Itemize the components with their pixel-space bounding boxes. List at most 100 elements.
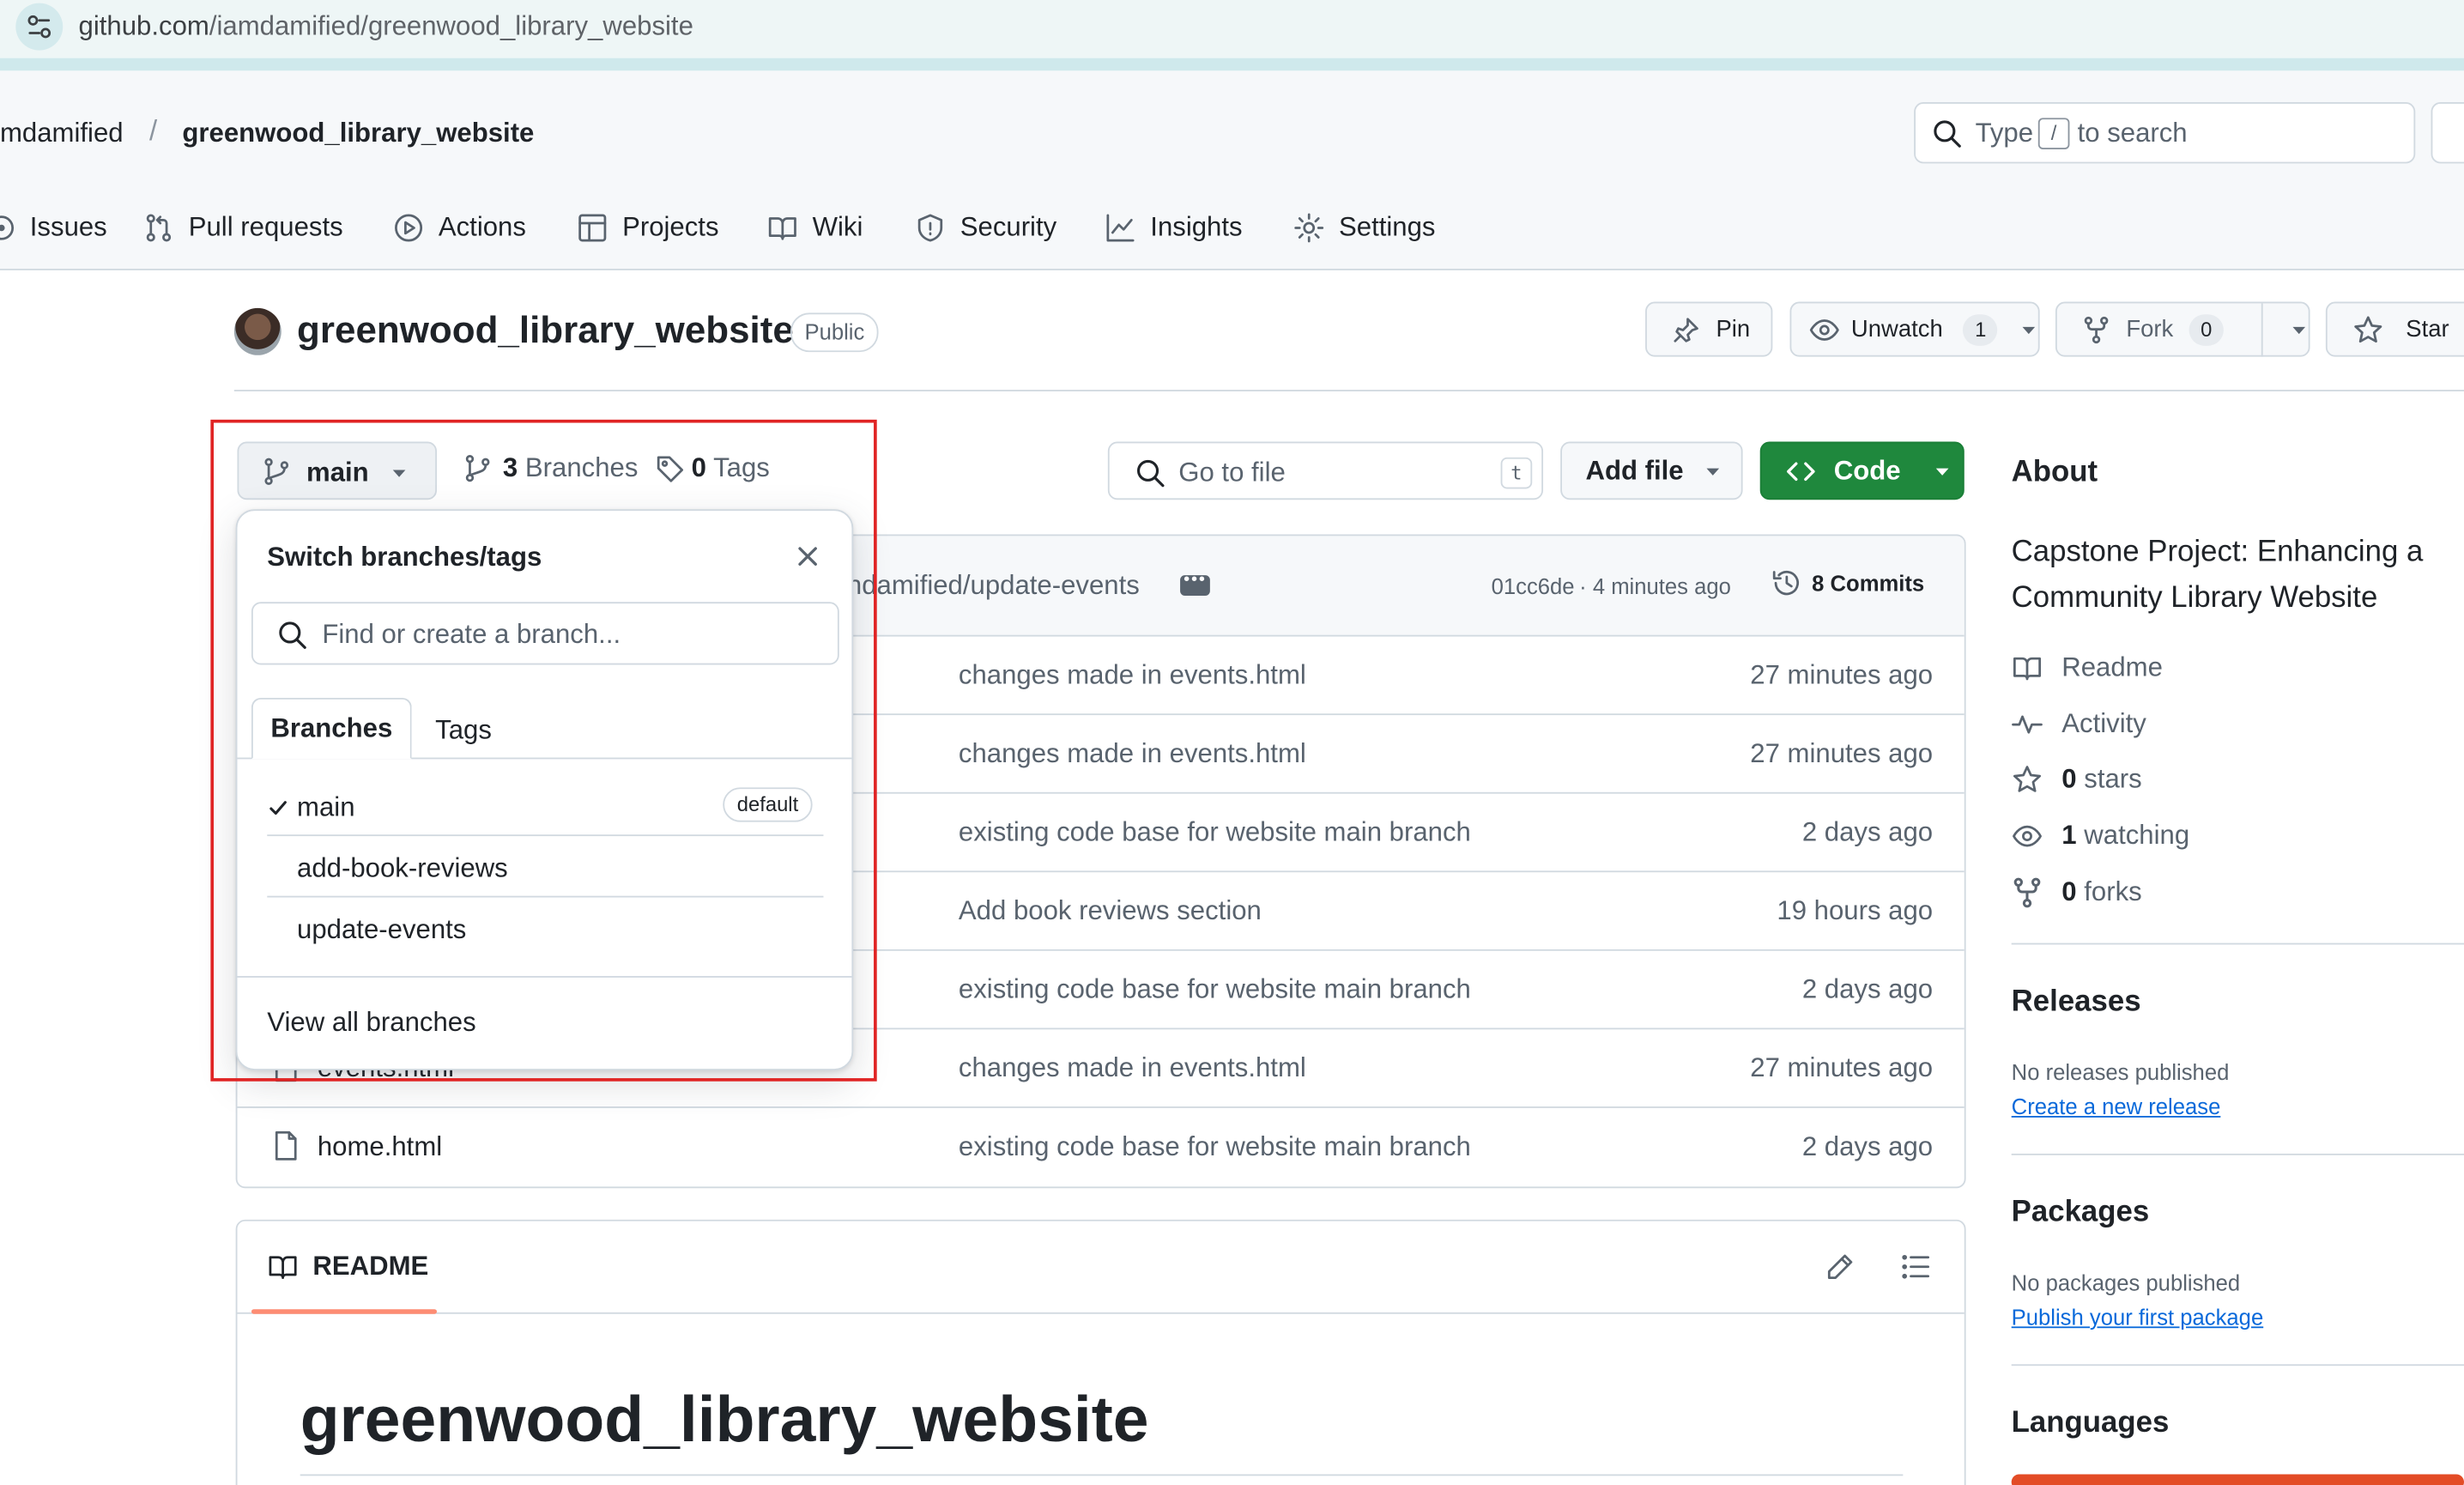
watch-count: 1	[1963, 313, 1998, 345]
file-age: 27 minutes ago	[1750, 738, 1934, 769]
file-commit-message[interactable]: changes made in events.html	[959, 1053, 1306, 1085]
copilot-button[interactable]	[2431, 102, 2464, 164]
sidebar-divider	[2011, 1364, 2464, 1367]
readme-panel: README greenwood_library_website	[235, 1219, 1966, 1485]
commit-message[interactable]: ndamified/update-events	[847, 571, 1140, 603]
annotation-highlight-box	[210, 419, 877, 1082]
file-commit-message[interactable]: changes made in events.html	[959, 739, 1306, 771]
tab-wiki[interactable]: Wiki	[767, 206, 863, 250]
watching-count: 1	[2061, 820, 2077, 851]
list-icon[interactable]	[1900, 1251, 1932, 1282]
releases-empty-text: No releases published	[2011, 1059, 2230, 1085]
global-search-input[interactable]: Type / to search	[1914, 102, 2416, 164]
history-icon	[1772, 571, 1799, 596]
pencil-icon[interactable]	[1825, 1251, 1856, 1282]
book-icon	[768, 217, 796, 240]
publish-package-link[interactable]: Publish your first package	[2012, 1305, 2264, 1330]
fork-button[interactable]: Fork 0	[2055, 301, 2310, 357]
pull-request-icon	[146, 214, 172, 242]
tab-label: Security	[960, 212, 1057, 242]
unwatch-button[interactable]: Unwatch 1	[1789, 301, 2040, 357]
star-label: Star	[2406, 316, 2449, 343]
watching-link[interactable]: 1 watching	[2012, 821, 2189, 852]
add-file-button[interactable]: Add file	[1560, 441, 1743, 500]
search-suffix: to search	[2077, 118, 2188, 148]
add-file-label: Add file	[1585, 455, 1684, 485]
repo-title[interactable]: greenwood_library_website	[297, 310, 794, 354]
shortcut-key: t	[1500, 457, 1533, 489]
packages-title[interactable]: Packages	[2012, 1196, 2150, 1230]
activity-link-label: Activity	[2061, 708, 2146, 739]
pin-icon	[1674, 317, 1698, 342]
eye-icon	[1809, 318, 1839, 340]
readme-link[interactable]: Readme	[2012, 652, 2163, 684]
search-shortcut-key: /	[2037, 118, 2070, 149]
breadcrumb-owner[interactable]: mdamified	[0, 118, 124, 149]
pulse-icon	[2012, 715, 2043, 734]
tab-pull-requests[interactable]: Pull requests	[143, 206, 343, 250]
code-icon	[1787, 461, 1815, 481]
file-commit-message[interactable]: changes made in events.html	[959, 660, 1306, 692]
commits-link[interactable]: 8 Commits	[1771, 567, 1924, 599]
forks-link[interactable]: 0 forks	[2012, 877, 2142, 909]
tab-label: Actions	[438, 212, 526, 242]
owner-avatar[interactable]	[233, 307, 282, 355]
file-age: 27 minutes ago	[1750, 1052, 1934, 1083]
file-commit-message[interactable]: existing code base for website main bran…	[959, 1131, 1471, 1163]
browser-bar-divider	[0, 58, 2464, 71]
file-icon	[275, 1130, 297, 1161]
file-age: 2 days ago	[1801, 1131, 1934, 1162]
breadcrumb-repo[interactable]: greenwood_library_website	[182, 118, 534, 149]
star-button[interactable]: Star	[2325, 301, 2464, 357]
tab-label: Wiki	[812, 212, 863, 242]
pin-button[interactable]: Pin	[1645, 301, 1773, 357]
eye-icon	[2013, 825, 2042, 847]
tab-settings[interactable]: Settings	[1293, 206, 1436, 250]
watching-label: watching	[2084, 820, 2190, 851]
url-text[interactable]: github.com/iamdamified/greenwood_library…	[79, 11, 693, 43]
unwatch-label: Unwatch	[1850, 316, 1943, 343]
file-age: 2 days ago	[1801, 817, 1934, 847]
fork-icon	[2013, 877, 2041, 908]
play-icon	[395, 214, 423, 242]
shield-icon	[917, 214, 943, 242]
releases-title[interactable]: Releases	[2012, 985, 2141, 1020]
tab-actions[interactable]: Actions	[393, 206, 526, 250]
go-to-file-input[interactable]: Go to file t	[1107, 441, 1544, 500]
about-title: About	[2011, 455, 2098, 489]
ellipsis-button[interactable]: •••	[1180, 572, 1210, 596]
book-icon	[269, 1256, 297, 1279]
tab-security[interactable]: Security	[915, 206, 1057, 250]
readme-tab[interactable]: README	[267, 1251, 428, 1282]
tab-label: Settings	[1339, 212, 1436, 242]
tab-projects[interactable]: Projects	[577, 206, 719, 250]
stars-count: 0	[2061, 763, 2077, 794]
file-commit-message[interactable]: Add book reviews section	[959, 896, 1262, 928]
create-release-link[interactable]: Create a new release	[2012, 1094, 2221, 1118]
commit-hash[interactable]: 01cc6de	[1492, 573, 1575, 598]
stars-label: stars	[2084, 763, 2142, 794]
title-divider	[233, 390, 2464, 391]
file-row[interactable]: home.html existing code base for website…	[237, 1108, 1964, 1187]
gear-icon	[1294, 213, 1324, 243]
stars-link[interactable]: 0 stars	[2012, 764, 2142, 796]
languages-title: Languages	[2011, 1406, 2170, 1440]
file-name[interactable]: home.html	[318, 1131, 442, 1163]
site-info-icon[interactable]	[15, 3, 64, 51]
caret-down-icon	[1934, 467, 1948, 475]
tab-insights[interactable]: Insights	[1105, 206, 1243, 250]
graph-icon	[1106, 214, 1135, 242]
file-commit-message[interactable]: existing code base for website main bran…	[959, 817, 1471, 849]
code-button[interactable]: Code	[1759, 441, 1965, 500]
repo-description: Capstone Project: Enhancing a Community …	[2011, 536, 2424, 615]
book-icon	[2013, 657, 2042, 681]
activity-link[interactable]: Activity	[2012, 709, 2146, 741]
search-icon	[1931, 118, 1963, 149]
tab-issues[interactable]: Issues	[0, 206, 107, 250]
tab-label: Projects	[622, 212, 719, 242]
fork-count: 0	[2189, 313, 2224, 345]
star-icon	[2354, 315, 2382, 342]
file-commit-message[interactable]: existing code base for website main bran…	[959, 974, 1471, 1006]
issue-icon	[0, 215, 15, 240]
sidebar-divider	[2011, 943, 2464, 945]
